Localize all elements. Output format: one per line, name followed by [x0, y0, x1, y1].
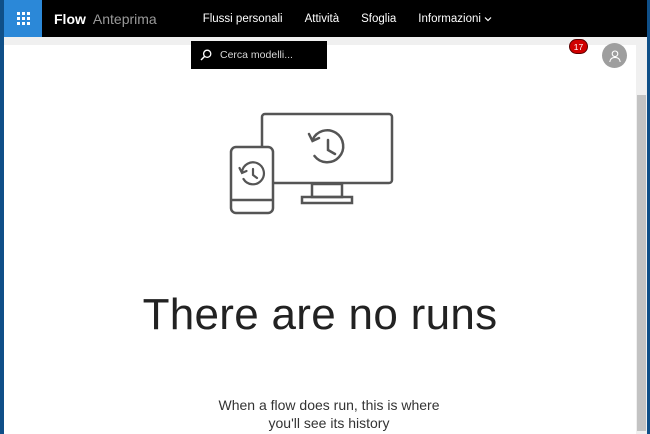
notification-badge[interactable]: 17: [570, 40, 587, 53]
empty-state-message-line2: you'll see its history: [268, 415, 390, 431]
nav-info-label: Informazioni: [418, 12, 481, 25]
empty-state-title: There are no runs: [142, 290, 498, 339]
waffle-icon: [16, 12, 30, 25]
search-input[interactable]: [218, 48, 322, 62]
history-icon: [307, 129, 345, 164]
nav-my-flows[interactable]: Flussi personali: [203, 13, 283, 25]
top-navigation-bar: Flow Anteprima Flussi personali Attività…: [4, 0, 647, 37]
nav-browse[interactable]: Sfoglia: [361, 13, 396, 25]
empty-state-message-line1: When a flow does run, this is where: [218, 397, 440, 413]
main-nav: Flussi personali Attività Sfoglia Inform…: [203, 13, 514, 25]
chevron-down-icon: [484, 16, 492, 21]
nav-activity[interactable]: Attività: [305, 13, 340, 25]
devices-history-illustration: [229, 112, 394, 215]
scrollbar-thumb[interactable]: [637, 95, 646, 431]
template-search-box[interactable]: [191, 41, 327, 69]
search-icon: [200, 49, 212, 61]
nav-info-menu[interactable]: Informazioni: [418, 13, 492, 25]
vertical-scrollbar[interactable]: [636, 45, 647, 434]
app-name[interactable]: Flow: [54, 11, 86, 27]
phone-icon: [229, 145, 275, 215]
app-launcher-button[interactable]: [4, 0, 42, 37]
empty-state-message: When a flow does run, this is where you'…: [164, 396, 494, 432]
avatar[interactable]: [602, 43, 627, 68]
user-icon: [608, 49, 621, 62]
preview-label: Anteprima: [92, 10, 157, 27]
browser-window: Flow Anteprima Flussi personali Attività…: [4, 0, 647, 434]
